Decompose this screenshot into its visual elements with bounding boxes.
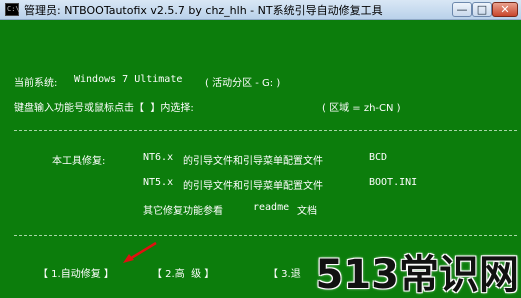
window-title: 管理员: NTBOOTautofix v2.5.7 by chz_hlh - N… [24, 4, 383, 17]
other-functions-text: 其它修复功能参看 [143, 206, 223, 217]
console-window: C:\ 管理员: NTBOOTautofix v2.5.7 by chz_hlh… [0, 0, 521, 298]
nt6-file: BCD [369, 152, 388, 163]
locale-indicator: ( 区域 = zh-CN ) [322, 103, 401, 114]
repair-heading: 本工具修复: [52, 156, 106, 167]
close-button[interactable]: ✕ [492, 2, 518, 17]
nt5-label: NT5.x [143, 177, 174, 188]
menu-auto-repair[interactable]: 【 1.自动修复 】 [38, 265, 114, 280]
maximize-button[interactable]: □ [472, 2, 492, 17]
pointer-arrow-icon [123, 241, 157, 263]
readme-label: readme [253, 202, 290, 213]
current-system-label: 当前系统: [14, 78, 58, 89]
cmd-icon: C:\ [5, 3, 20, 16]
input-instruction: 键盘输入功能号或鼠标点击【 】内选择: [14, 103, 194, 114]
menu-advanced[interactable]: 【 2.高 级 】 [152, 265, 214, 280]
nt6-description: 的引导文件和引导菜单配置文件 [183, 156, 323, 167]
nt6-label: NT6.x [143, 152, 174, 163]
divider-top [14, 130, 517, 131]
title-bar[interactable]: C:\ 管理员: NTBOOTautofix v2.5.7 by chz_hlh… [0, 0, 521, 20]
doc-suffix: 文档 [297, 206, 317, 217]
watermark-logo: 513常识网 [315, 252, 520, 298]
current-system-value: Windows 7 Ultimate [74, 74, 183, 85]
minimize-button[interactable]: — [452, 2, 472, 17]
nt5-file: BOOT.INI [369, 177, 418, 188]
divider-bottom [14, 235, 517, 236]
active-partition: ( 活动分区 - G: ) [205, 78, 281, 89]
nt5-description: 的引导文件和引导菜单配置文件 [183, 181, 323, 192]
menu-exit[interactable]: 【 3.退 [268, 265, 301, 280]
